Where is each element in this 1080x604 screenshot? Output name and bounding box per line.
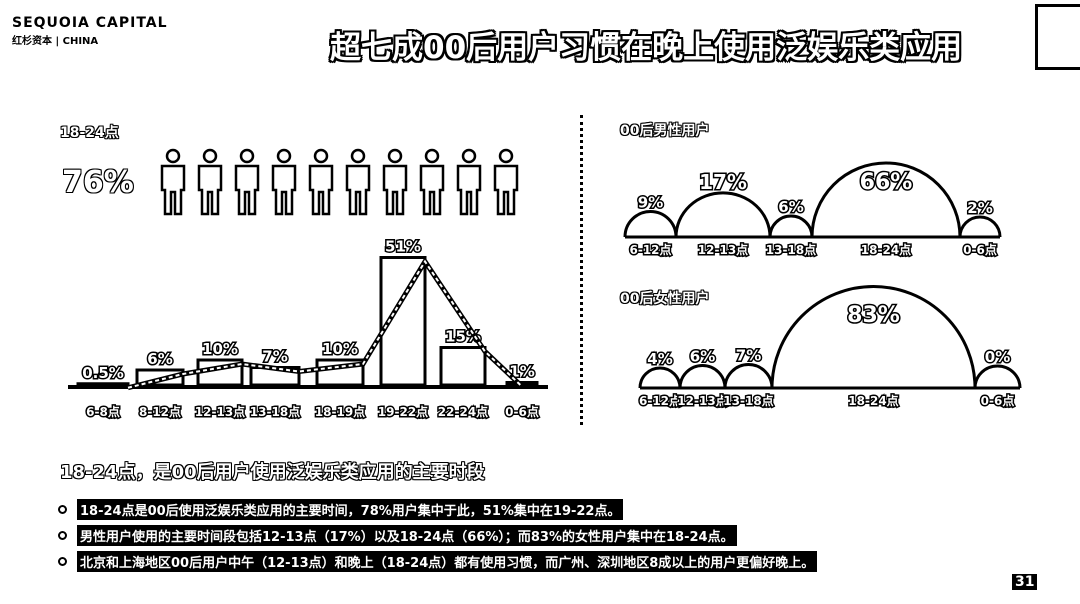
female-category-label: 13-18点 [723,393,773,408]
bar-value-label: 6% [147,350,172,368]
female-arc [678,364,727,389]
bullet-text: 18-24点是00后使用泛娱乐类应用的主要时间，78%用户集中于此，51%集中在… [77,498,624,520]
male-category-label: 6-12点 [629,242,671,257]
female-category-label: 0-6点 [981,393,1015,408]
female-category-label: 6-12点 [639,393,681,408]
bullet-text: 北京和上海地区00后用户中午（12-13点）和晚上（18-24点）都有使用习惯，… [77,550,818,572]
female-value-label: 83% [847,303,900,328]
bar-category-label: 18-19点 [315,404,365,419]
bar-category-label: 22-24点 [438,404,488,419]
male-value-label: 2% [967,199,992,217]
male-value-label: 66% [860,170,913,195]
female-category-label: 18-24点 [848,393,898,408]
bar-value-label: 7% [262,348,287,366]
male-value-label: 9% [638,194,663,212]
bar-category-label: 12-13点 [195,404,245,419]
page-number: 31 [1012,574,1038,590]
bar-value-label: 10% [322,340,358,358]
male-category-label: 0-6点 [963,242,997,257]
summary-heading: 18-24点，是00后用户使用泛娱乐类应用的主要时段 [60,462,485,483]
male-category-label: 13-18点 [766,242,816,257]
bullet-icon [58,504,67,514]
bullet-icon [58,556,67,566]
bar-22-24点 [439,346,487,387]
bar-category-label: 6-8点 [86,404,120,419]
female-value-label: 7% [736,347,761,365]
female-value-label: 6% [690,348,715,366]
female-arc [723,363,774,389]
bullet-text: 男性用户使用的主要时间段包括12-13点（17%）以及18-24点（66%）；而… [77,524,737,546]
male-value-label: 17% [699,170,747,194]
female-value-label: 4% [647,350,672,368]
bar-category-label: 0-6点 [505,404,539,419]
bar-value-label: 10% [202,340,238,358]
bullet-item: 北京和上海地区00后用户中午（12-13点）和晚上（18-24点）都有使用习惯，… [58,548,818,574]
bullet-item: 男性用户使用的主要时间段包括12-13点（17%）以及18-24点（66%）；而… [58,522,817,548]
male-category-label: 12-13点 [698,242,748,257]
bar-category-label: 8-12点 [139,404,181,419]
bullet-list: 18-24点是00后使用泛娱乐类应用的主要时间，78%用户集中于此，51%集中在… [58,496,818,574]
bar-value-label: 0.5% [82,364,124,382]
male-value-label: 6% [778,198,803,216]
bar-category-label: 13-18点 [250,404,300,419]
bar-6-8点 [76,382,130,387]
male-chart-title: 00后男性用户 [620,123,710,139]
male-category-label: 18-24点 [861,242,911,257]
female-arc [770,285,977,389]
bullet-item: 18-24点是00后使用泛娱乐类应用的主要时间，78%用户集中于此，51%集中在… [58,496,817,522]
female-arc [973,364,1022,389]
female-chart-title: 00后女性用户 [620,291,710,307]
divider [580,115,583,425]
male-arc [768,214,814,238]
female-category-label: 12-13点 [677,393,727,408]
female-arc [638,366,682,389]
male-arc [958,215,1002,238]
male-arc [623,210,678,238]
bar-category-label: 19-22点 [378,404,428,419]
female-value-label: 0% [985,348,1010,366]
male-arc [674,191,772,238]
bullet-icon [58,530,67,540]
bar-value-label: 51% [385,238,421,256]
